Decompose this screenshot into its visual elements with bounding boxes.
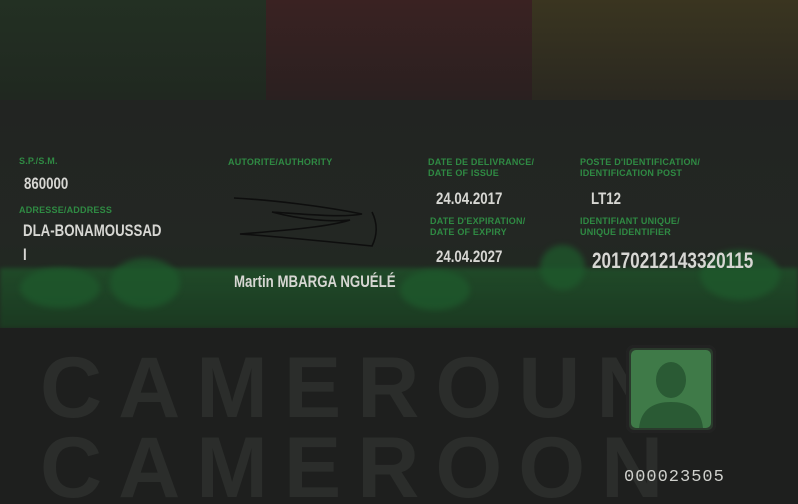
expiry-date-label: DATE D'EXPIRATION/: [430, 216, 526, 226]
expiry-date-value: 24.04.2027: [436, 247, 503, 266]
expiry-date-label: DATE OF EXPIRY: [430, 227, 507, 237]
address-line-1: DLA-BONAMOUSSAD: [23, 221, 162, 240]
issue-date-label: DATE OF ISSUE: [428, 168, 499, 178]
background-country-text: CAMEROON: [40, 420, 680, 504]
issue-date-value: 24.04.2017: [436, 189, 503, 208]
uid-value: 20170212143320115: [592, 248, 754, 273]
uid-label: IDENTIFIANT UNIQUE/: [580, 216, 680, 226]
issue-date-label: DATE DE DELIVRANCE/: [428, 157, 535, 167]
post-label: IDENTIFICATION POST: [580, 168, 683, 178]
spsm-value: 860000: [24, 174, 69, 193]
card-serial-number: 000023505: [624, 468, 725, 487]
flag-band-yellow: [532, 0, 798, 100]
post-value: LT12: [591, 189, 621, 208]
flag-band-green: [0, 0, 266, 100]
authority-name: Martin MBARGA NGUÉLÉ: [234, 272, 396, 291]
spsm-label: S.P./S.M.: [19, 156, 58, 166]
bush-decoration: [110, 258, 180, 308]
bush-decoration: [20, 268, 100, 308]
ghost-photo-icon: [631, 350, 711, 428]
authority-label: AUTORITE/AUTHORITY: [228, 157, 333, 167]
address-line-2: I: [23, 245, 27, 264]
id-card-back: CAMEROUN CAMEROON S.P./S.M. 860000 ADRES…: [0, 0, 798, 504]
background-country-text: CAMEROUN: [40, 340, 675, 436]
bush-decoration: [400, 270, 470, 310]
post-label: POSTE D'IDENTIFICATION/: [580, 157, 701, 167]
flag-band-red: [266, 0, 532, 100]
bush-decoration: [540, 245, 585, 290]
signature-icon: [233, 197, 377, 247]
ghost-photo-frame: [626, 345, 716, 433]
uid-label: UNIQUE IDENTIFIER: [580, 227, 671, 237]
address-label: ADRESSE/ADDRESS: [19, 205, 113, 215]
